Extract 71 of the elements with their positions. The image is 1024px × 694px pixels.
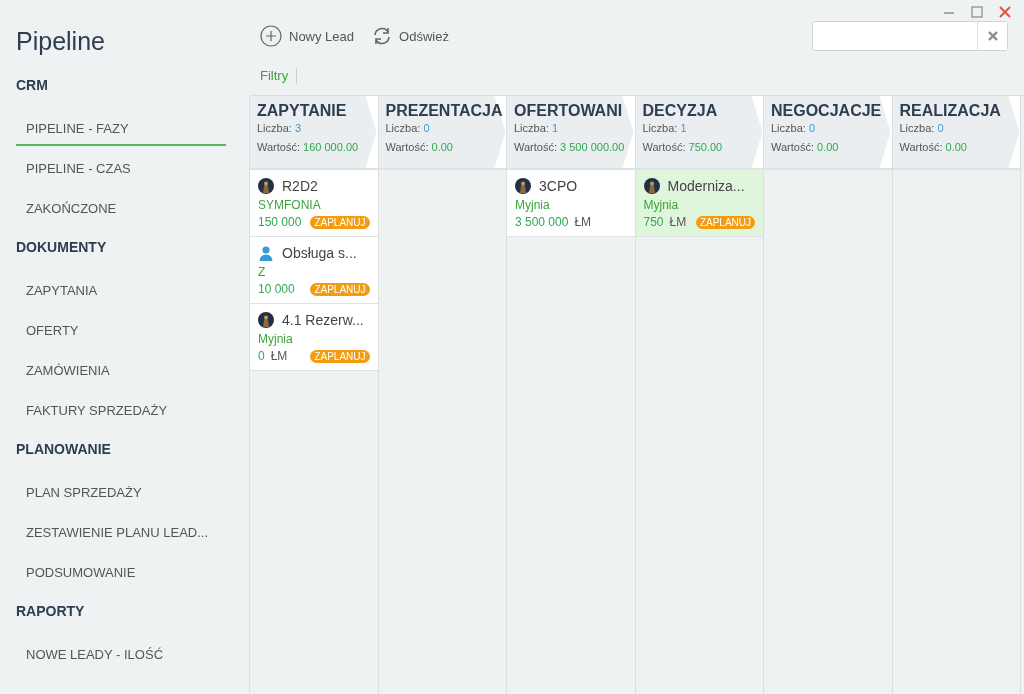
clear-button[interactable] bbox=[977, 22, 1007, 50]
stage-title: OFERTOWANI bbox=[514, 102, 623, 120]
sidebar-item[interactable]: PODSUMOWANIE bbox=[16, 558, 226, 590]
stage-value: Wartość: 0.00 bbox=[385, 141, 454, 154]
add-icon bbox=[260, 25, 282, 47]
lead-title: Obsługa s... bbox=[282, 245, 357, 261]
new-lead-button[interactable]: Nowy Lead bbox=[258, 23, 357, 49]
stage-count: Liczba: 0 bbox=[385, 122, 431, 135]
currency-label: ŁM bbox=[270, 349, 288, 363]
avatar-icon bbox=[643, 178, 660, 194]
stage-title: PREZENTACJA bbox=[385, 102, 503, 120]
stage-title: DECYZJA bbox=[642, 102, 718, 120]
page-title: Pipeline bbox=[16, 26, 106, 56]
sidebar-item[interactable]: PIPELINE - CZAS bbox=[16, 154, 226, 186]
sidebar-item[interactable]: ZAPYTANIA bbox=[16, 276, 226, 308]
lead-title: 3CPO bbox=[539, 178, 578, 194]
sidebar-item[interactable]: PIPELINE - FAZY bbox=[16, 114, 226, 146]
sidebar-item[interactable]: OFERTY bbox=[16, 316, 226, 348]
lead-amount: 10 000 bbox=[258, 282, 295, 296]
section-heading: DOKUMENTY bbox=[16, 238, 108, 256]
client-name: SYMFONIA bbox=[258, 198, 322, 212]
section-heading: RAPORTY bbox=[16, 602, 86, 620]
stage-count: Liczba: 3 bbox=[257, 122, 303, 135]
lead-card[interactable]: R2D2 SYMFONIA 150 000 ZAPLANUJ bbox=[250, 170, 378, 237]
currency-label: ŁM bbox=[669, 215, 687, 229]
maximize-icon[interactable] bbox=[970, 5, 984, 19]
client-name: Myjnia bbox=[643, 198, 680, 212]
lead-card[interactable]: 4.1 Rezerw... Myjnia 0 ŁM ZAPLANUJ bbox=[250, 304, 378, 371]
lead-amount: 150 000 bbox=[258, 215, 302, 229]
sidebar-item[interactable]: FAKTURY SPRZEDAŻY bbox=[16, 396, 226, 428]
stage-value: Wartość: 750.00 bbox=[642, 141, 724, 154]
lead-title: 4.1 Rezerw... bbox=[282, 312, 364, 328]
lead-title: R2D2 bbox=[282, 178, 318, 194]
lead-card[interactable]: 3CPO Myjnia 3 500 000 ŁM bbox=[507, 170, 635, 237]
stage-count: Liczba: 0 bbox=[899, 122, 945, 135]
lead-card[interactable]: Moderniza... Myjnia 750 ŁM ZAPLANUJ bbox=[635, 170, 763, 237]
lead-amount: 3 500 000 bbox=[515, 215, 569, 229]
sidebar-item[interactable]: ZAMÓWIENIA bbox=[16, 356, 226, 388]
avatar-icon bbox=[258, 312, 274, 328]
stage-value: Wartość: 160 000.00 bbox=[257, 141, 360, 154]
avatar-icon bbox=[515, 178, 531, 194]
client-name: Myjnia bbox=[258, 332, 294, 346]
stage-count: Liczba: 0 bbox=[771, 122, 817, 135]
search-field[interactable] bbox=[812, 21, 1008, 51]
refresh-icon bbox=[372, 26, 393, 46]
sidebar-item[interactable]: ZAKOŃCZONE bbox=[16, 194, 226, 226]
stage-value: Wartość: 3 500 000.00 bbox=[514, 141, 626, 154]
stage-value: Wartość: 0.00 bbox=[899, 141, 968, 154]
stage-count: Liczba: 1 bbox=[642, 122, 688, 135]
stage-title: NEGOCJACJE bbox=[771, 102, 882, 120]
stage-title: REALIZACJA bbox=[899, 102, 1001, 120]
lead-amount: 750 bbox=[643, 215, 664, 229]
stage-value: Wartość: 0.00 bbox=[771, 141, 840, 154]
section-heading: CRM bbox=[16, 76, 49, 94]
lead-card[interactable]: Obsługa s... Z 10 000 ZAPLANUJ bbox=[250, 237, 378, 304]
person-icon bbox=[258, 245, 274, 261]
client-name: Z bbox=[258, 265, 267, 279]
avatar-icon bbox=[258, 178, 274, 194]
currency-label: ŁM bbox=[574, 215, 592, 229]
lead-title: Moderniza... bbox=[667, 178, 745, 194]
sidebar-item[interactable]: PLAN SPRZEDAŻY bbox=[16, 478, 226, 510]
refresh-button[interactable]: Odśwież bbox=[370, 24, 451, 48]
stage-title: ZAPYTANIE bbox=[257, 102, 347, 120]
client-name: Myjnia bbox=[515, 198, 551, 212]
sidebar-item[interactable]: ZESTAWIENIE PLANU LEAD... bbox=[16, 518, 226, 550]
clear-icon bbox=[987, 31, 998, 41]
sidebar-item[interactable]: NOWE LEADY - ILOŚĆ bbox=[16, 640, 226, 672]
stage-count: Liczba: 1 bbox=[514, 122, 560, 135]
lead-amount: 0 bbox=[258, 349, 265, 363]
section-heading: PLANOWANIE bbox=[16, 440, 112, 458]
close-icon[interactable] bbox=[998, 5, 1012, 19]
